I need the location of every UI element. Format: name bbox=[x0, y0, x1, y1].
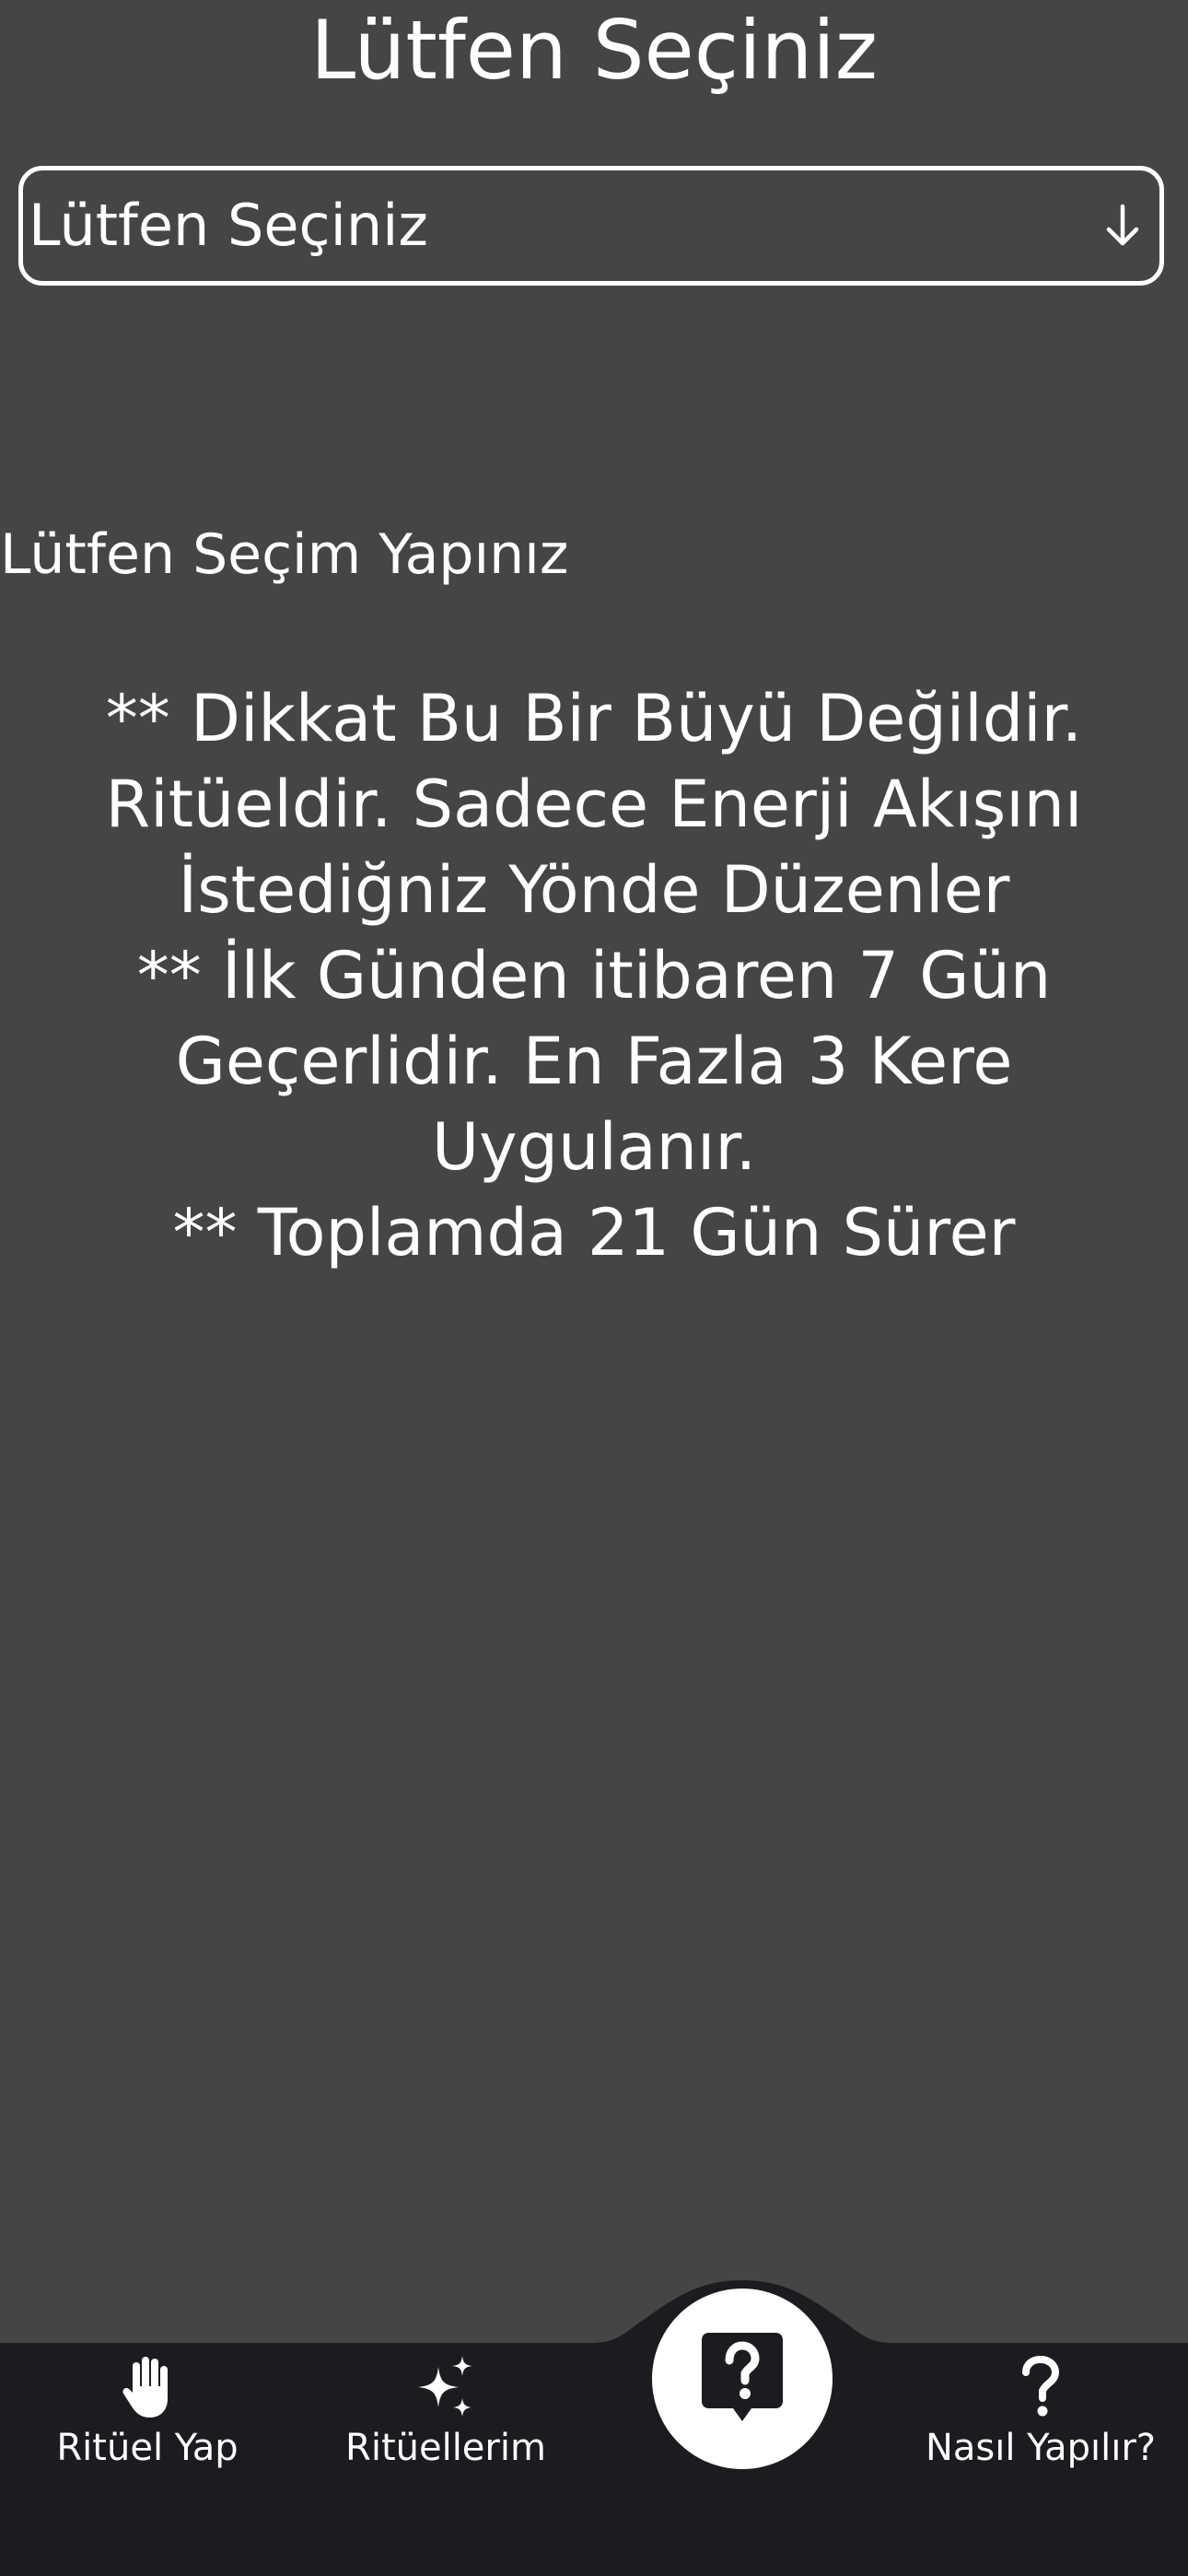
tab-nasil-yapilir[interactable]: Nasıl Yapılır? bbox=[893, 2354, 1188, 2474]
select-value: Lütfen Seçiniz bbox=[29, 192, 428, 259]
raised-hand-icon bbox=[114, 2354, 181, 2420]
tab-label: Ritüellerim bbox=[345, 2427, 546, 2469]
arrow-down-icon bbox=[1101, 200, 1145, 252]
info-line: ** İlk Günden itibaren 7 Gün bbox=[136, 938, 1052, 1013]
info-line: Uygulanır. bbox=[431, 1109, 757, 1185]
info-line: Ritüeldir. Sadece Enerji Akışını bbox=[105, 767, 1083, 842]
info-line: Geçerlidir. En Fazla 3 Kere bbox=[175, 1024, 1013, 1099]
tab-rituellerim[interactable]: Ritüellerim bbox=[298, 2354, 593, 2474]
info-line: İstediğniz Yönde Düzenler bbox=[178, 852, 1010, 928]
question-mark-icon bbox=[1007, 2354, 1074, 2420]
page-title: Lütfen Seçiniz bbox=[310, 3, 878, 98]
selection-prompt: Lütfen Seçim Yapınız bbox=[0, 522, 569, 587]
question-bubble-icon bbox=[698, 2329, 786, 2429]
tab-ritual-yap[interactable]: Ritüel Yap bbox=[0, 2354, 295, 2474]
sparkles-icon bbox=[413, 2354, 479, 2420]
tab-label: Nasıl Yapılır? bbox=[925, 2427, 1157, 2469]
info-line: ** Toplamda 21 Gün Sürer bbox=[172, 1195, 1016, 1270]
ritual-info-text: ** Dikkat Bu Bir Büyü Değildir. Ritüeldi… bbox=[64, 676, 1124, 1276]
info-line: ** Dikkat Bu Bir Büyü Değildir. bbox=[105, 681, 1083, 756]
help-center-button[interactable] bbox=[652, 2289, 833, 2469]
option-select-dropdown[interactable]: Lütfen Seçiniz bbox=[18, 166, 1164, 286]
tab-bar-notch bbox=[0, 2280, 1188, 2349]
screen: Lütfen Seçiniz Lütfen Seçiniz Lütfen Seç… bbox=[0, 0, 1188, 2576]
tab-label: Ritüel Yap bbox=[56, 2427, 239, 2469]
